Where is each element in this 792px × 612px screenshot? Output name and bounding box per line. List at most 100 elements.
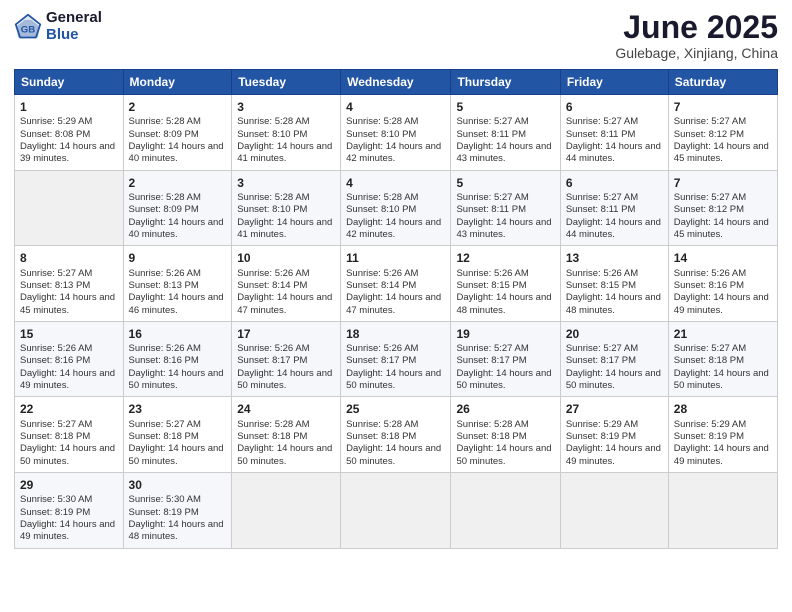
- table-cell: 4Sunrise: 5:28 AMSunset: 8:10 PMDaylight…: [341, 170, 451, 246]
- day-number: 7: [674, 175, 772, 191]
- table-cell: 14 Sunrise: 5:26 AMSunset: 8:16 PMDayligh…: [668, 246, 777, 322]
- table-cell: 10 Sunrise: 5:26 AMSunset: 8:14 PMDayligh…: [232, 246, 341, 322]
- day-number: 3: [237, 99, 335, 115]
- table-cell: 20Sunrise: 5:27 AMSunset: 8:17 PMDayligh…: [560, 321, 668, 397]
- table-cell: 26Sunrise: 5:28 AMSunset: 8:18 PMDayligh…: [451, 397, 560, 473]
- day-number: 9: [129, 250, 227, 266]
- day-info: Sunrise: 5:26 AMSunset: 8:16 PMDaylight:…: [20, 343, 118, 392]
- day-info: Sunrise: 5:27 AMSunset: 8:18 PMDaylight:…: [20, 419, 118, 468]
- table-cell: 2Sunrise: 5:28 AMSunset: 8:09 PMDaylight…: [123, 95, 232, 171]
- table-cell: 6Sunrise: 5:27 AMSunset: 8:11 PMDaylight…: [560, 170, 668, 246]
- page-container: GB General Blue June 2025 Gulebage, Xinj…: [0, 0, 792, 559]
- col-saturday: Saturday: [668, 70, 777, 95]
- day-info: Sunrise: 5:28 AMSunset: 8:18 PMDaylight:…: [456, 419, 554, 468]
- table-cell: 8 Sunrise: 5:27 AMSunset: 8:13 PMDaylight…: [15, 246, 124, 322]
- table-cell: 5Sunrise: 5:27 AMSunset: 8:11 PMDaylight…: [451, 170, 560, 246]
- day-info: Sunrise: 5:28 AMSunset: 8:18 PMDaylight:…: [346, 419, 445, 468]
- title-block: June 2025 Gulebage, Xinjiang, China: [615, 10, 778, 61]
- day-info: Sunrise: 5:27 AMSunset: 8:17 PMDaylight:…: [566, 343, 663, 392]
- day-number: 6: [566, 99, 663, 115]
- day-info: Sunrise: 5:28 AMSunset: 8:10 PMDaylight:…: [346, 116, 445, 165]
- day-info: Sunrise: 5:26 AMSunset: 8:15 PMDaylight:…: [456, 268, 554, 317]
- svg-text:GB: GB: [21, 24, 35, 35]
- day-info: Sunrise: 5:26 AMSunset: 8:17 PMDaylight:…: [237, 343, 335, 392]
- calendar-header-row: Sunday Monday Tuesday Wednesday Thursday…: [15, 70, 778, 95]
- day-number: 5: [456, 175, 554, 191]
- table-cell: 21Sunrise: 5:27 AMSunset: 8:18 PMDayligh…: [668, 321, 777, 397]
- day-number: 11: [346, 250, 445, 266]
- table-cell: [668, 473, 777, 549]
- day-info: Sunrise: 5:27 AMSunset: 8:13 PMDaylight:…: [20, 268, 118, 317]
- month-title: June 2025: [615, 10, 778, 45]
- col-sunday: Sunday: [15, 70, 124, 95]
- day-number: 17: [237, 326, 335, 342]
- day-number: 24: [237, 401, 335, 417]
- day-info: Sunrise: 5:26 AMSunset: 8:14 PMDaylight:…: [237, 268, 335, 317]
- day-info: Sunrise: 5:27 AMSunset: 8:11 PMDaylight:…: [566, 116, 663, 165]
- day-info: Sunrise: 5:26 AMSunset: 8:15 PMDaylight:…: [566, 268, 663, 317]
- day-number: 14: [674, 250, 772, 266]
- table-cell: 29Sunrise: 5:30 AMSunset: 8:19 PMDayligh…: [15, 473, 124, 549]
- logo-text: General Blue: [46, 10, 102, 43]
- table-cell: 12 Sunrise: 5:26 AMSunset: 8:15 PMDayligh…: [451, 246, 560, 322]
- table-cell: 17Sunrise: 5:26 AMSunset: 8:17 PMDayligh…: [232, 321, 341, 397]
- day-number: 19: [456, 326, 554, 342]
- table-cell: [232, 473, 341, 549]
- day-number: 28: [674, 401, 772, 417]
- location-subtitle: Gulebage, Xinjiang, China: [615, 45, 778, 61]
- day-info: Sunrise: 5:28 AMSunset: 8:09 PMDaylight:…: [129, 192, 227, 241]
- table-cell: 18Sunrise: 5:26 AMSunset: 8:17 PMDayligh…: [341, 321, 451, 397]
- table-row: 2Sunrise: 5:28 AMSunset: 8:09 PMDaylight…: [15, 170, 778, 246]
- day-info: Sunrise: 5:27 AMSunset: 8:17 PMDaylight:…: [456, 343, 554, 392]
- table-cell: 23 Sunrise: 5:27 AMSunset: 8:18 PMDayligh…: [123, 397, 232, 473]
- day-info: Sunrise: 5:28 AMSunset: 8:10 PMDaylight:…: [346, 192, 445, 241]
- table-cell: 7Sunrise: 5:27 AMSunset: 8:12 PMDaylight…: [668, 95, 777, 171]
- table-cell: [15, 170, 124, 246]
- table-cell: 9 Sunrise: 5:26 AMSunset: 8:13 PMDaylight…: [123, 246, 232, 322]
- table-cell: 7Sunrise: 5:27 AMSunset: 8:12 PMDaylight…: [668, 170, 777, 246]
- table-cell: 3Sunrise: 5:28 AMSunset: 8:10 PMDaylight…: [232, 95, 341, 171]
- table-cell: [560, 473, 668, 549]
- day-info: Sunrise: 5:27 AMSunset: 8:12 PMDaylight:…: [674, 192, 772, 241]
- table-cell: 13 Sunrise: 5:26 AMSunset: 8:15 PMDayligh…: [560, 246, 668, 322]
- table-cell: 22 Sunrise: 5:27 AMSunset: 8:18 PMDayligh…: [15, 397, 124, 473]
- table-row: 29Sunrise: 5:30 AMSunset: 8:19 PMDayligh…: [15, 473, 778, 549]
- day-number: 5: [456, 99, 554, 115]
- day-info: Sunrise: 5:26 AMSunset: 8:16 PMDaylight:…: [129, 343, 227, 392]
- day-number: 23: [129, 401, 227, 417]
- header: GB General Blue June 2025 Gulebage, Xinj…: [14, 10, 778, 61]
- table-row: 15Sunrise: 5:26 AMSunset: 8:16 PMDayligh…: [15, 321, 778, 397]
- table-row: 8 Sunrise: 5:27 AMSunset: 8:13 PMDaylight…: [15, 246, 778, 322]
- table-cell: 15Sunrise: 5:26 AMSunset: 8:16 PMDayligh…: [15, 321, 124, 397]
- logo: GB General Blue: [14, 10, 102, 43]
- day-number: 30: [129, 477, 227, 493]
- day-number: 12: [456, 250, 554, 266]
- logo-general-label: General: [46, 10, 102, 27]
- col-thursday: Thursday: [451, 70, 560, 95]
- day-number: 21: [674, 326, 772, 342]
- day-info: Sunrise: 5:27 AMSunset: 8:18 PMDaylight:…: [129, 419, 227, 468]
- day-info: Sunrise: 5:29 AMSunset: 8:19 PMDaylight:…: [566, 419, 663, 468]
- day-number: 22: [20, 401, 118, 417]
- col-monday: Monday: [123, 70, 232, 95]
- table-cell: [451, 473, 560, 549]
- day-number: 8: [20, 250, 118, 266]
- table-cell: 25Sunrise: 5:28 AMSunset: 8:18 PMDayligh…: [341, 397, 451, 473]
- table-cell: 11Sunrise: 5:26 AMSunset: 8:14 PMDayligh…: [341, 246, 451, 322]
- day-number: 3: [237, 175, 335, 191]
- table-cell: 28Sunrise: 5:29 AMSunset: 8:19 PMDayligh…: [668, 397, 777, 473]
- day-info: Sunrise: 5:26 AMSunset: 8:16 PMDaylight:…: [674, 268, 772, 317]
- table-cell: 6Sunrise: 5:27 AMSunset: 8:11 PMDaylight…: [560, 95, 668, 171]
- table-cell: 27 Sunrise: 5:29 AMSunset: 8:19 PMDayligh…: [560, 397, 668, 473]
- day-number: 10: [237, 250, 335, 266]
- day-info: Sunrise: 5:27 AMSunset: 8:12 PMDaylight:…: [674, 116, 772, 165]
- day-number: 7: [674, 99, 772, 115]
- day-number: 13: [566, 250, 663, 266]
- day-info: Sunrise: 5:28 AMSunset: 8:10 PMDaylight:…: [237, 192, 335, 241]
- day-info: Sunrise: 5:26 AMSunset: 8:13 PMDaylight:…: [129, 268, 227, 317]
- table-cell: 1Sunrise: 5:29 AMSunset: 8:08 PMDaylight…: [15, 95, 124, 171]
- day-number: 6: [566, 175, 663, 191]
- day-number: 27: [566, 401, 663, 417]
- col-friday: Friday: [560, 70, 668, 95]
- table-cell: 24Sunrise: 5:28 AMSunset: 8:18 PMDayligh…: [232, 397, 341, 473]
